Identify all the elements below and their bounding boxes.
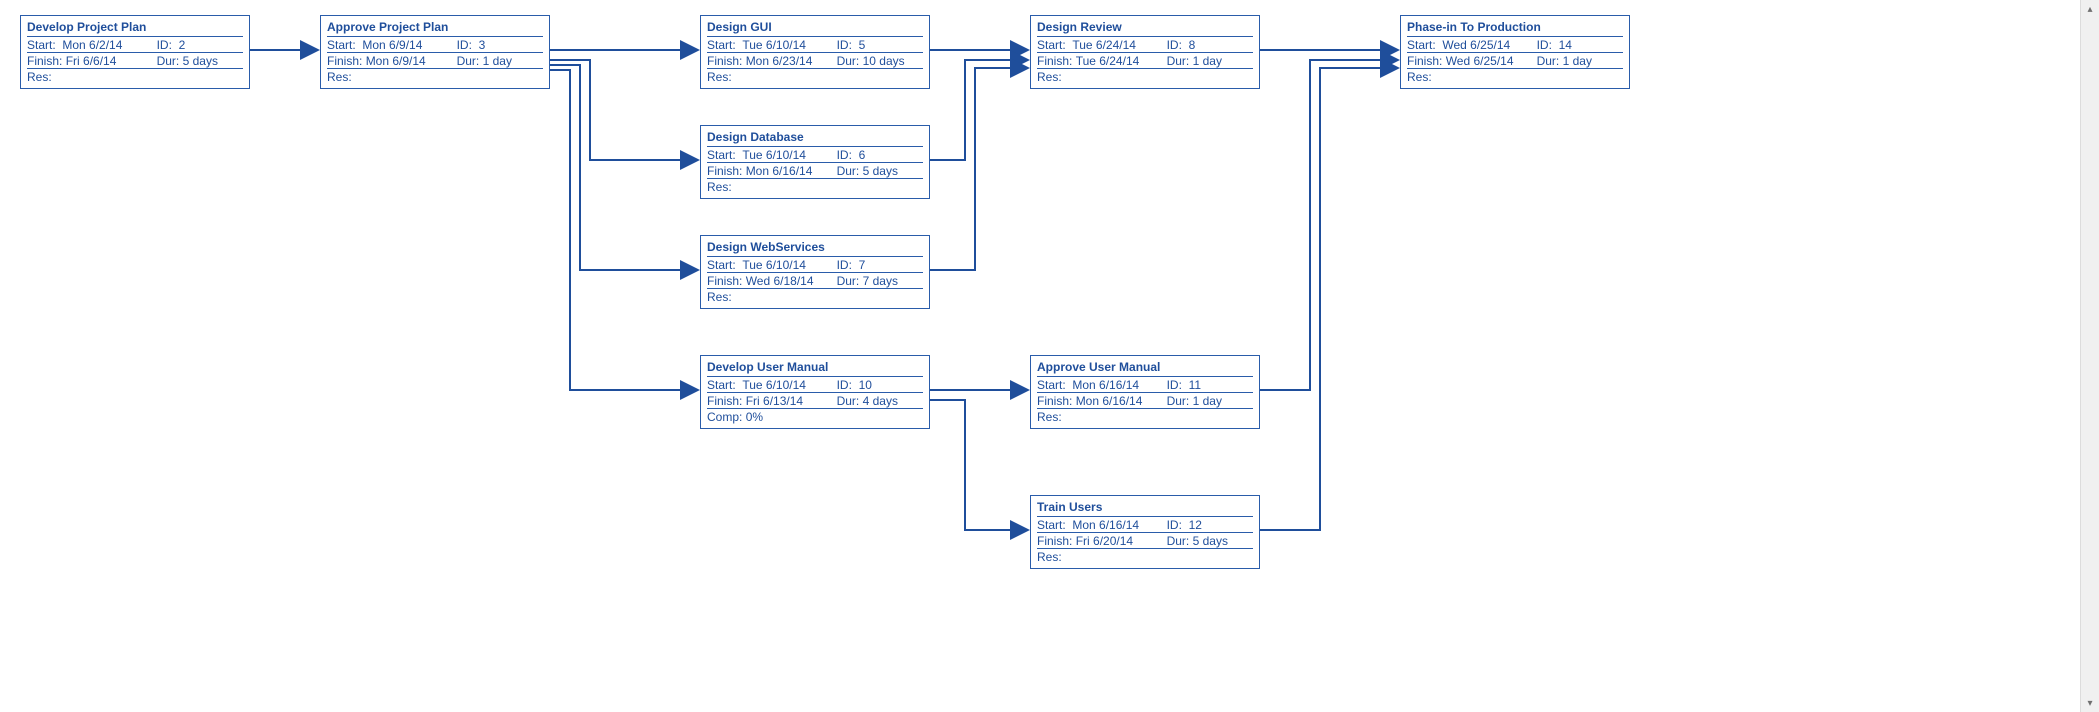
task-start: Start: Mon 6/16/14	[1037, 378, 1167, 392]
task-node-develop-project-plan[interactable]: Develop Project Plan Start: Mon 6/2/14 I…	[20, 15, 250, 89]
task-id: ID: 11	[1167, 378, 1253, 392]
task-node-approve-project-plan[interactable]: Approve Project Plan Start: Mon 6/9/14 I…	[320, 15, 550, 89]
task-finish: Finish: Tue 6/24/14	[1037, 54, 1167, 68]
scroll-up-icon[interactable]: ▴	[2081, 0, 2099, 18]
task-dur: Dur: 5 days	[157, 54, 243, 68]
task-id: ID: 2	[157, 38, 243, 52]
task-node-approve-user-manual[interactable]: Approve User Manual Start: Mon 6/16/14 I…	[1030, 355, 1260, 429]
network-diagram-canvas: Develop Project Plan Start: Mon 6/2/14 I…	[0, 0, 2080, 712]
task-dur: Dur: 5 days	[837, 164, 923, 178]
task-id: ID: 12	[1167, 518, 1253, 532]
task-start: Start: Mon 6/2/14	[27, 38, 157, 52]
task-finish: Finish: Fri 6/20/14	[1037, 534, 1167, 548]
network-diagram-viewport: Develop Project Plan Start: Mon 6/2/14 I…	[0, 0, 2099, 712]
task-id: ID: 5	[837, 38, 923, 52]
task-dur: Dur: 7 days	[837, 274, 923, 288]
task-title: Phase-in To Production	[1407, 18, 1623, 37]
task-node-design-webservices[interactable]: Design WebServices Start: Tue 6/10/14 ID…	[700, 235, 930, 309]
task-finish: Finish: Wed 6/25/14	[1407, 54, 1537, 68]
task-title: Approve Project Plan	[327, 18, 543, 37]
task-res: Res:	[707, 70, 837, 84]
task-node-design-database[interactable]: Design Database Start: Tue 6/10/14 ID: 6…	[700, 125, 930, 199]
task-start: Start: Mon 6/16/14	[1037, 518, 1167, 532]
task-start: Start: Tue 6/10/14	[707, 148, 837, 162]
task-res: Res:	[1407, 70, 1537, 84]
task-dur: Dur: 1 day	[1167, 54, 1253, 68]
vertical-scrollbar[interactable]: ▴ ▾	[2080, 0, 2099, 712]
task-finish: Finish: Mon 6/9/14	[327, 54, 457, 68]
task-start: Start: Tue 6/10/14	[707, 38, 837, 52]
task-res: Res:	[707, 290, 837, 304]
task-title: Approve User Manual	[1037, 358, 1253, 377]
task-title: Design WebServices	[707, 238, 923, 257]
scroll-down-icon[interactable]: ▾	[2081, 694, 2099, 712]
task-dur: Dur: 4 days	[837, 394, 923, 408]
task-title: Train Users	[1037, 498, 1253, 517]
task-finish: Finish: Mon 6/16/14	[707, 164, 837, 178]
task-finish: Finish: Mon 6/23/14	[707, 54, 837, 68]
task-id: ID: 8	[1167, 38, 1253, 52]
task-id: ID: 3	[457, 38, 543, 52]
task-res: Res:	[1037, 550, 1167, 564]
task-finish: Finish: Fri 6/13/14	[707, 394, 837, 408]
task-title: Design Review	[1037, 18, 1253, 37]
task-finish: Finish: Fri 6/6/14	[27, 54, 157, 68]
task-id: ID: 10	[837, 378, 923, 392]
task-start: Start: Tue 6/10/14	[707, 258, 837, 272]
task-node-design-gui[interactable]: Design GUI Start: Tue 6/10/14 ID: 5 Fini…	[700, 15, 930, 89]
task-node-design-review[interactable]: Design Review Start: Tue 6/24/14 ID: 8 F…	[1030, 15, 1260, 89]
task-res: Res:	[1037, 70, 1167, 84]
task-dur: Dur: 1 day	[1537, 54, 1623, 68]
task-start: Start: Tue 6/24/14	[1037, 38, 1167, 52]
task-id: ID: 7	[837, 258, 923, 272]
task-node-phase-in-production[interactable]: Phase-in To Production Start: Wed 6/25/1…	[1400, 15, 1630, 89]
task-start: Start: Wed 6/25/14	[1407, 38, 1537, 52]
task-start: Start: Mon 6/9/14	[327, 38, 457, 52]
task-title: Develop Project Plan	[27, 18, 243, 37]
task-start: Start: Tue 6/10/14	[707, 378, 837, 392]
task-res: Res:	[27, 70, 157, 84]
task-title: Develop User Manual	[707, 358, 923, 377]
task-res: Res:	[707, 180, 837, 194]
task-id: ID: 14	[1537, 38, 1623, 52]
task-finish: Finish: Wed 6/18/14	[707, 274, 837, 288]
task-dur: Dur: 1 day	[457, 54, 543, 68]
task-title: Design GUI	[707, 18, 923, 37]
task-node-train-users[interactable]: Train Users Start: Mon 6/16/14 ID: 12 Fi…	[1030, 495, 1260, 569]
task-comp: Comp: 0%	[707, 410, 837, 424]
task-res: Res:	[327, 70, 457, 84]
task-node-develop-user-manual[interactable]: Develop User Manual Start: Tue 6/10/14 I…	[700, 355, 930, 429]
task-title: Design Database	[707, 128, 923, 147]
task-dur: Dur: 5 days	[1167, 534, 1253, 548]
task-res: Res:	[1037, 410, 1167, 424]
task-id: ID: 6	[837, 148, 923, 162]
task-dur: Dur: 10 days	[837, 54, 923, 68]
task-dur: Dur: 1 day	[1167, 394, 1253, 408]
task-finish: Finish: Mon 6/16/14	[1037, 394, 1167, 408]
